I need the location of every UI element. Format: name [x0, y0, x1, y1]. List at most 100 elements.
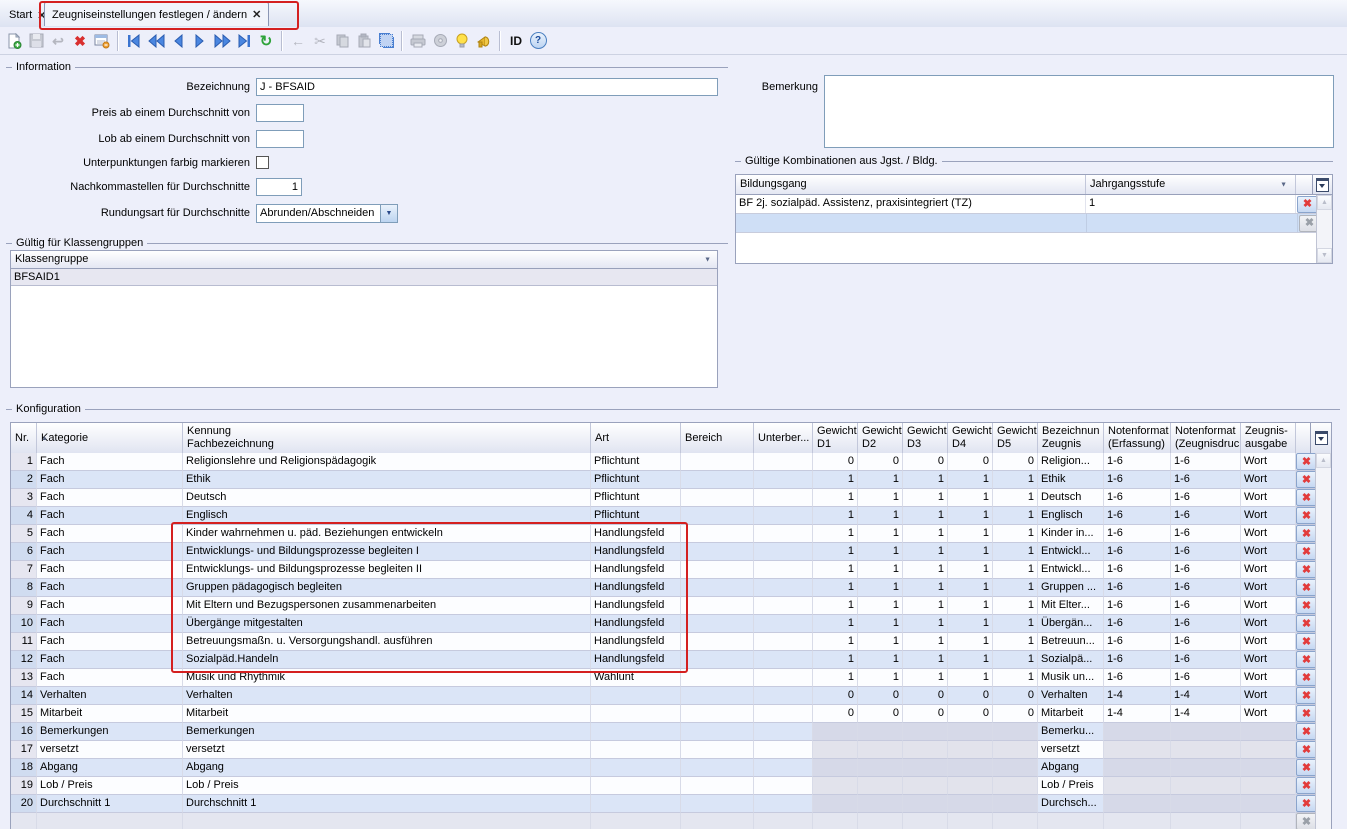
cell-nfe[interactable] [1104, 741, 1171, 759]
column-header-kennung[interactable]: Kennung Fachbezeichnung [183, 423, 591, 453]
cell-d5[interactable]: 1 [993, 669, 1038, 687]
cell-unterbereich[interactable] [754, 597, 813, 615]
cell-ausgabe[interactable]: Wort [1241, 471, 1296, 489]
cell-kennung[interactable]: Betreuungsmaßn. u. Versorgungshandl. aus… [183, 633, 591, 651]
nav-fast-next-button[interactable] [211, 30, 233, 52]
cell-bez[interactable] [1038, 813, 1104, 829]
cell-bereich[interactable] [681, 615, 754, 633]
cell-nfd[interactable]: 1-4 [1171, 687, 1241, 705]
table-row[interactable]: 5FachKinder wahrnehmen u. päd. Beziehung… [11, 525, 1318, 543]
cell-kategorie[interactable]: Fach [37, 543, 183, 561]
preis-input[interactable] [256, 104, 304, 122]
table-row[interactable]: 16BemerkungenBemerkungenBemerku...✖ [11, 723, 1318, 741]
cell-d2[interactable]: 1 [858, 471, 903, 489]
cell-nfe[interactable]: 1-6 [1104, 597, 1171, 615]
cell-ausgabe[interactable]: Wort [1241, 489, 1296, 507]
table-row[interactable]: 6FachEntwicklungs- und Bildungsprozesse … [11, 543, 1318, 561]
cell-d3[interactable] [903, 777, 948, 795]
cell-nfe[interactable] [1104, 813, 1171, 829]
cell-nfe[interactable]: 1-6 [1104, 525, 1171, 543]
cell-nfe[interactable] [1104, 723, 1171, 741]
cell-d5[interactable]: 0 [993, 705, 1038, 723]
cell-kategorie[interactable]: Fach [37, 525, 183, 543]
cell-art[interactable] [591, 813, 681, 829]
cell-bereich[interactable] [681, 471, 754, 489]
cell-d3[interactable] [903, 759, 948, 777]
cell-d1[interactable] [813, 741, 858, 759]
cell-nfd[interactable]: 1-6 [1171, 543, 1241, 561]
cell-d4[interactable] [948, 813, 993, 829]
cell-nfe[interactable] [1104, 777, 1171, 795]
cell-unterbereich[interactable] [754, 543, 813, 561]
cell-kennung[interactable]: Musik und Rhythmik [183, 669, 591, 687]
cell-d3[interactable]: 1 [903, 507, 948, 525]
cell-unterbereich[interactable] [754, 687, 813, 705]
cell-bereich[interactable] [681, 507, 754, 525]
cell-d3[interactable]: 1 [903, 525, 948, 543]
cell-art[interactable] [591, 777, 681, 795]
cell-d2[interactable]: 1 [858, 561, 903, 579]
cell-d3[interactable]: 1 [903, 471, 948, 489]
cell-d2[interactable]: 1 [858, 579, 903, 597]
cell-nr[interactable]: 13 [11, 669, 37, 687]
cell-kategorie[interactable]: versetzt [37, 741, 183, 759]
cell-bereich[interactable] [681, 687, 754, 705]
cell-bez[interactable]: Deutsch [1038, 489, 1104, 507]
cell-d1[interactable]: 1 [813, 597, 858, 615]
cell-kategorie[interactable] [37, 813, 183, 829]
cell-d4[interactable]: 0 [948, 687, 993, 705]
cell-unterbereich[interactable] [754, 705, 813, 723]
cell-d2[interactable] [858, 741, 903, 759]
cell-nfd[interactable]: 1-6 [1171, 489, 1241, 507]
cell-d3[interactable]: 1 [903, 597, 948, 615]
delete-record-button[interactable]: ✖ [69, 30, 91, 52]
delete-row-button[interactable]: ✖ [1296, 777, 1317, 794]
cell-nr[interactable]: 20 [11, 795, 37, 813]
cell-nfe[interactable]: 1-6 [1104, 669, 1171, 687]
new-document-button[interactable] [3, 30, 25, 52]
cell-nfe[interactable]: 1-4 [1104, 687, 1171, 705]
cell-nfe[interactable]: 1-6 [1104, 543, 1171, 561]
cell-d4[interactable]: 1 [948, 507, 993, 525]
cell-kennung[interactable]: Durchschnitt 1 [183, 795, 591, 813]
undo-button[interactable]: ↩ [47, 30, 69, 52]
id-badge-button[interactable]: ID [505, 30, 527, 52]
cell-bez[interactable]: Entwickl... [1038, 543, 1104, 561]
cell-kategorie[interactable]: Fach [37, 489, 183, 507]
delete-row-button[interactable]: ✖ [1296, 795, 1317, 812]
cell-d3[interactable] [903, 723, 948, 741]
cell-art[interactable] [591, 795, 681, 813]
cell-nfd[interactable] [1171, 777, 1241, 795]
cell-d3[interactable]: 1 [903, 669, 948, 687]
cell-ausgabe[interactable]: Wort [1241, 651, 1296, 669]
cell-d4[interactable]: 0 [948, 453, 993, 471]
cell-kennung[interactable]: Sozialpäd.Handeln [183, 651, 591, 669]
cell-unterbereich[interactable] [754, 813, 813, 829]
cell-d4[interactable]: 1 [948, 525, 993, 543]
table-row[interactable]: 7FachEntwicklungs- und Bildungsprozesse … [11, 561, 1318, 579]
cell-unterbereich[interactable] [754, 777, 813, 795]
cell-bez[interactable]: Betreuun... [1038, 633, 1104, 651]
cell-bez[interactable]: Religion... [1038, 453, 1104, 471]
cell-bereich[interactable] [681, 525, 754, 543]
cell-art[interactable]: Handlungsfeld [591, 597, 681, 615]
cell-kennung[interactable]: versetzt [183, 741, 591, 759]
save-button[interactable] [25, 30, 47, 52]
cell-nfd[interactable]: 1-6 [1171, 507, 1241, 525]
cell-d1[interactable]: 1 [813, 633, 858, 651]
bemerkung-textarea[interactable] [824, 75, 1334, 148]
cell-d2[interactable]: 1 [858, 615, 903, 633]
cell-kennung[interactable]: Übergänge mitgestalten [183, 615, 591, 633]
table-row[interactable]: 1FachReligionslehre und Religionspädagog… [11, 453, 1318, 471]
cell-d1[interactable]: 1 [813, 579, 858, 597]
scroll-up-icon[interactable]: ▲ [1316, 453, 1331, 468]
cell-unterbereich[interactable] [754, 723, 813, 741]
column-header-bezeichnung-zeugnis[interactable]: Bezeichnun Zeugnis [1038, 423, 1104, 453]
cell-bildungsgang[interactable]: BF 2j. sozialpäd. Assistenz, praxisinteg… [736, 195, 1086, 213]
cell-kategorie[interactable]: Abgang [37, 759, 183, 777]
cell-d4[interactable]: 1 [948, 633, 993, 651]
cell-art[interactable]: Handlungsfeld [591, 525, 681, 543]
cell-d4[interactable]: 0 [948, 705, 993, 723]
table-row[interactable]: 12FachSozialpäd.HandelnHandlungsfeld1111… [11, 651, 1318, 669]
tab-zeugniseinstellungen[interactable]: Zeugniseinstellungen festlegen / ändern … [44, 2, 269, 26]
